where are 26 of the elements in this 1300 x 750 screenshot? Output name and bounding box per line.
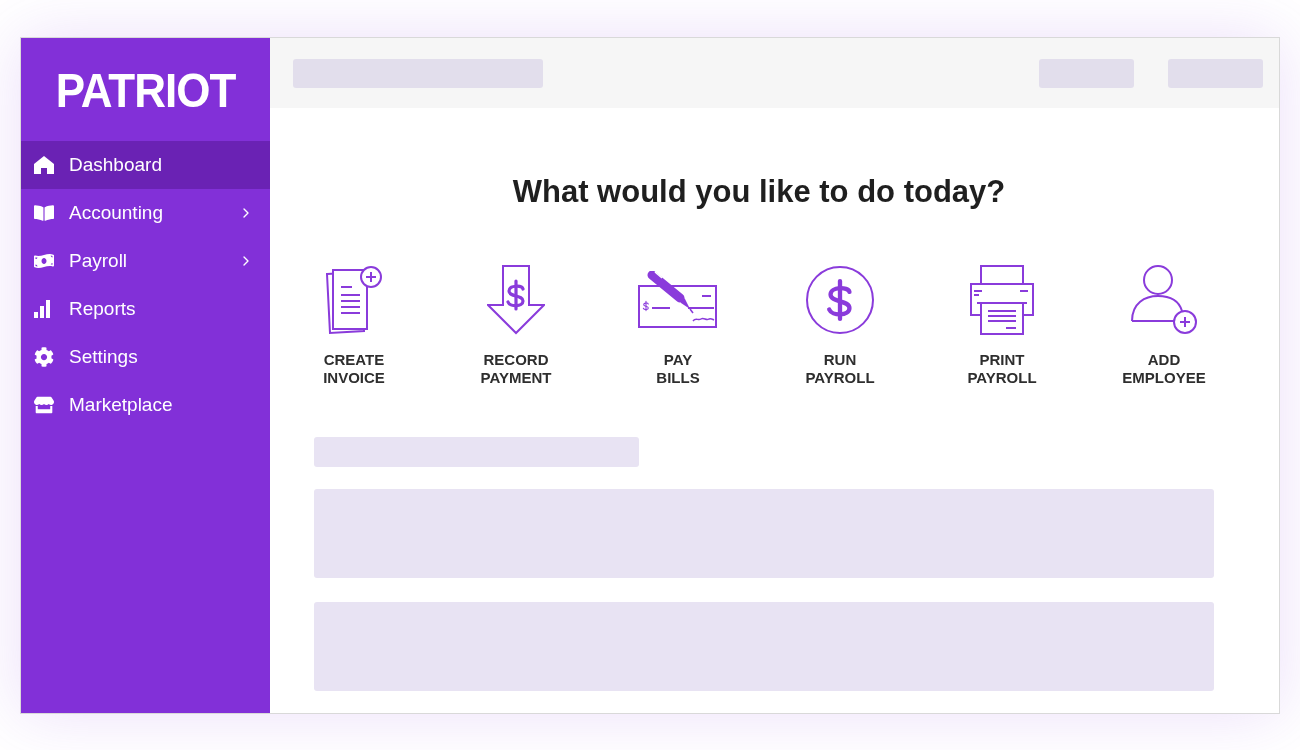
settings-icon	[34, 347, 54, 367]
sidebar-item[interactable]: Accounting	[21, 189, 270, 237]
printer-icon	[970, 265, 1034, 335]
download-dollar-icon	[487, 265, 545, 335]
check-pen-icon	[638, 271, 718, 329]
quick-action-button[interactable]: RECORD PAYMENT	[435, 264, 597, 387]
banknote-icon	[34, 251, 54, 271]
dollar-coin-icon	[805, 265, 875, 335]
logo: PATRIOT	[55, 65, 236, 114]
home-icon	[34, 156, 54, 174]
storefront-icon	[34, 395, 54, 415]
bar-chart-icon	[34, 300, 50, 318]
add-user-icon	[1130, 265, 1198, 335]
quick-action-button[interactable]: PAY BILLS	[597, 264, 759, 387]
invoice-add-icon	[325, 265, 383, 335]
sidebar-item[interactable]: Payroll	[21, 237, 270, 285]
quick-action-button[interactable]: ADD EMPLOYEE	[1083, 264, 1245, 387]
quick-action-button[interactable]: CREATE INVOICE	[273, 264, 435, 387]
sidebar-item[interactable]: Marketplace	[21, 381, 270, 429]
page-heading: What would you like to do today?	[511, 173, 1007, 211]
book-icon	[34, 203, 54, 223]
quick-action-button[interactable]: RUN PAYROLL	[759, 264, 921, 387]
sidebar-item[interactable]: Dashboard	[21, 141, 270, 189]
quick-action-button[interactable]: PRINT PAYROLL	[921, 264, 1083, 387]
sidebar-item[interactable]: Reports	[21, 285, 270, 333]
sidebar-item[interactable]: Settings	[21, 333, 270, 381]
